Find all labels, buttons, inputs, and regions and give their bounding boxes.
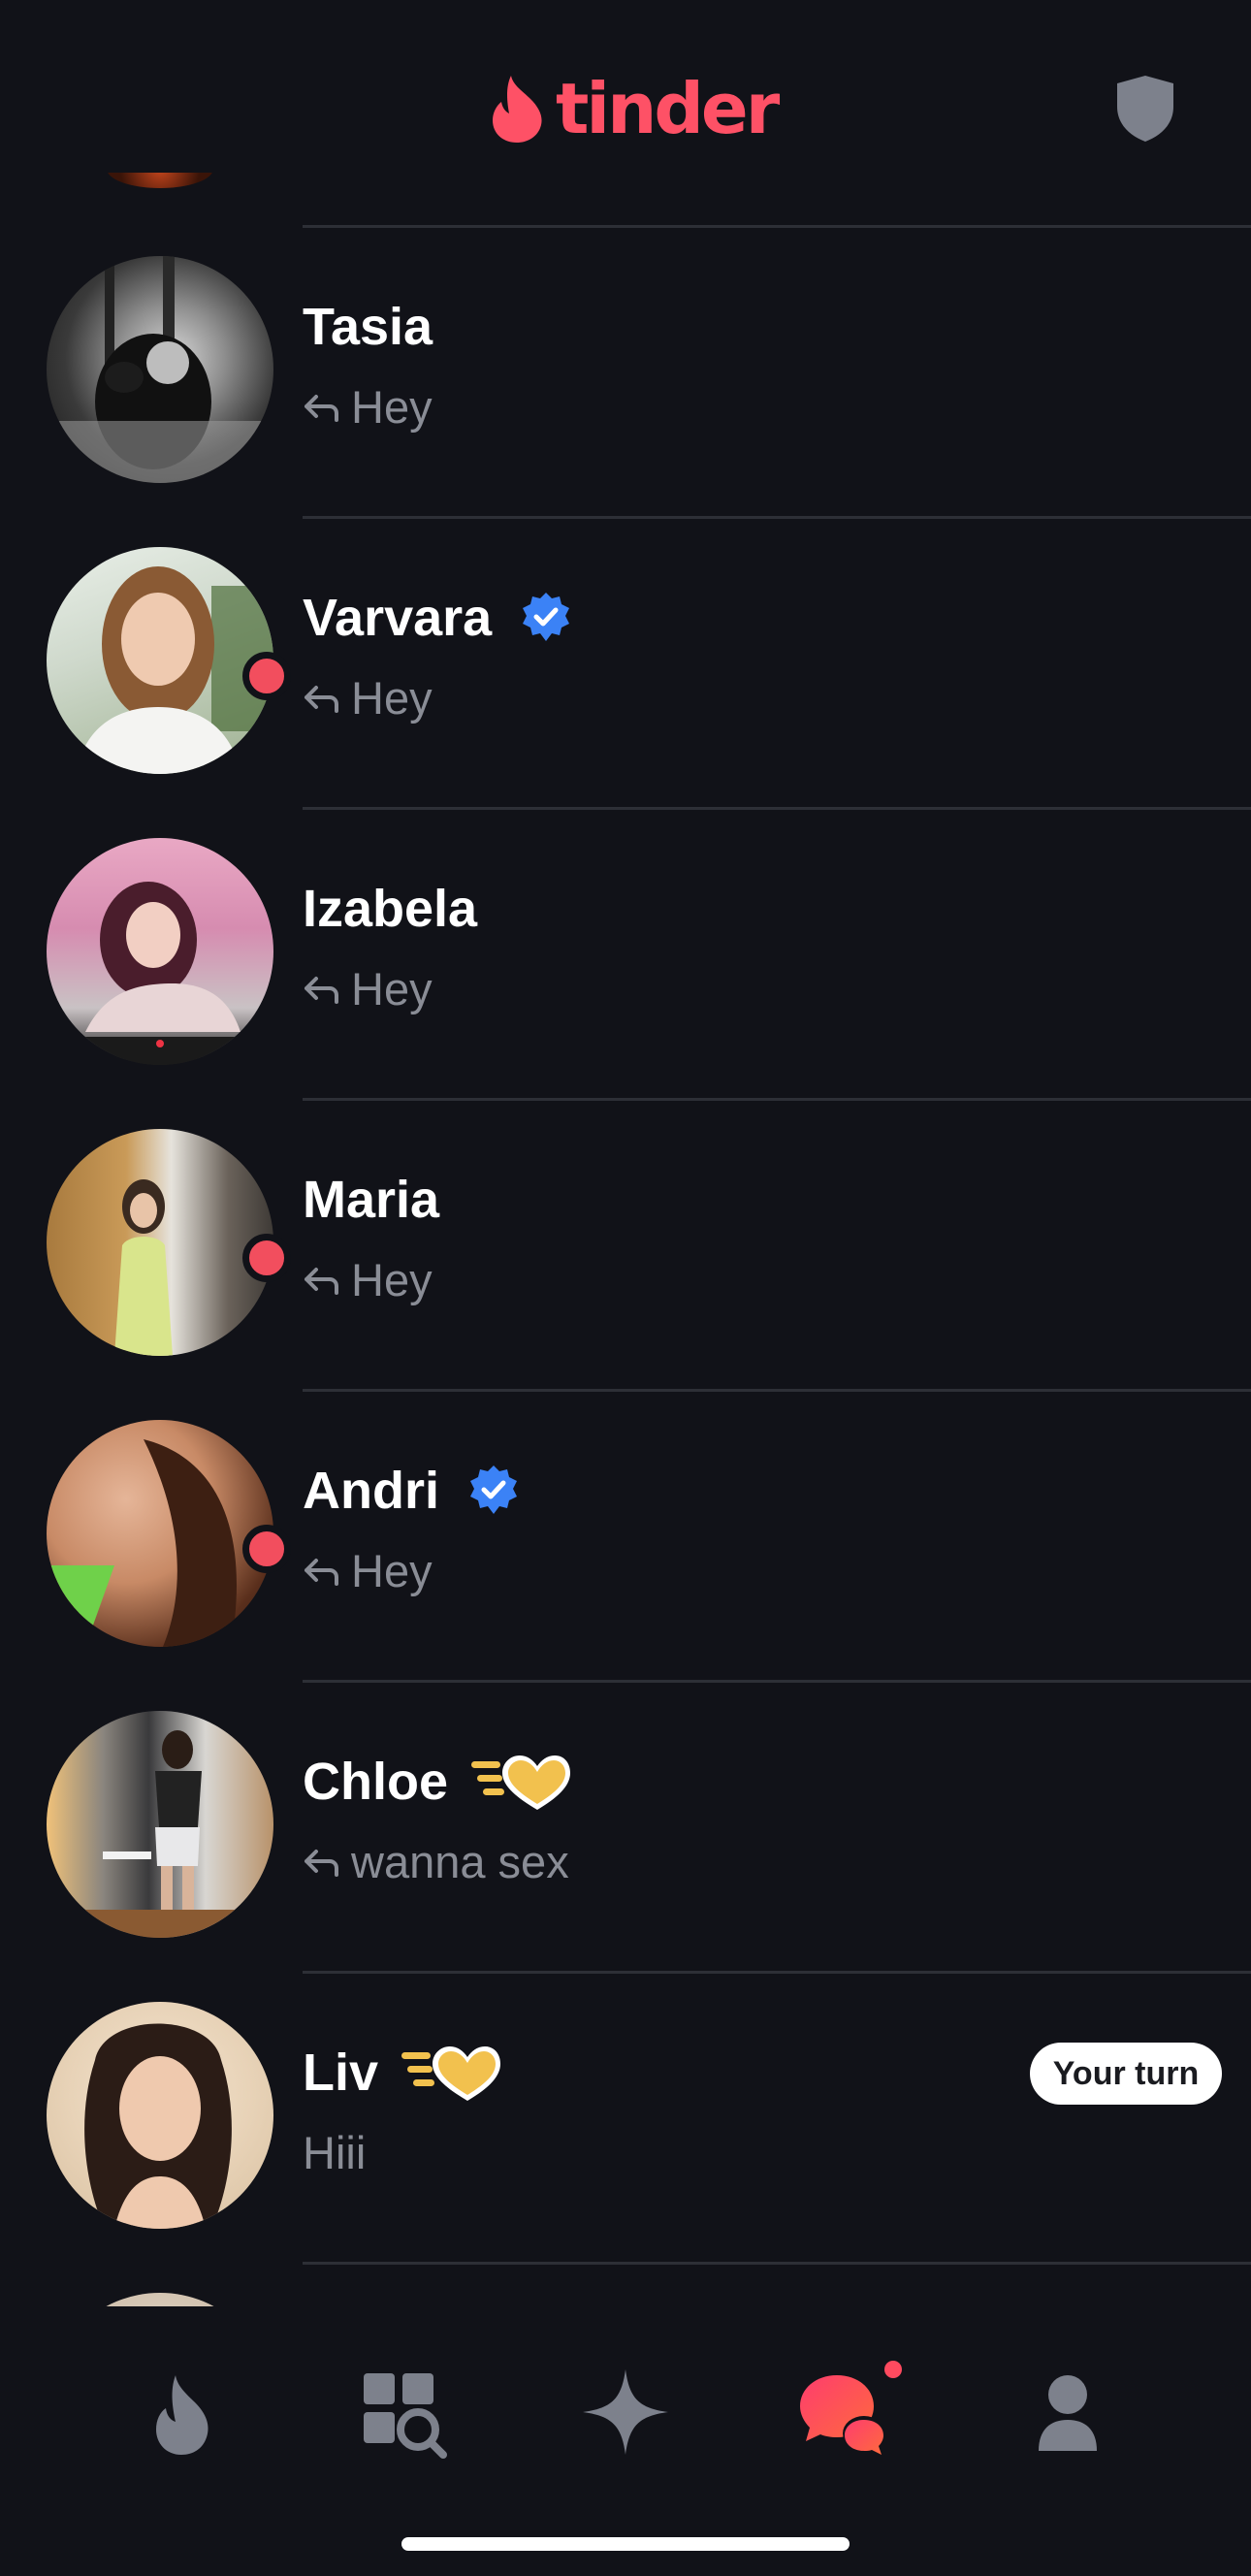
- explore-icon: [364, 2373, 447, 2459]
- online-indicator: [242, 1525, 291, 1573]
- row-divider: [303, 1098, 1251, 1101]
- tinder-logo: tinder: [490, 68, 780, 149]
- row-divider: [303, 1680, 1251, 1683]
- super-like-heart-icon: [401, 2046, 501, 2101]
- your-turn-badge: Your turn: [1030, 2043, 1222, 2105]
- last-message: Hey: [351, 381, 433, 433]
- nav-top-picks[interactable]: [572, 2359, 679, 2465]
- conversation-row[interactable]: Izabela Hey: [0, 807, 1251, 1098]
- nav-swipe[interactable]: [130, 2359, 237, 2465]
- last-message: Hey: [351, 672, 433, 724]
- avatar[interactable]: [47, 547, 273, 774]
- avatar[interactable]: [47, 1420, 273, 1647]
- top-bar: tinder: [0, 0, 1251, 225]
- reply-arrow-icon: [305, 686, 338, 713]
- avatar[interactable]: [47, 2293, 273, 2306]
- reply-arrow-icon: [305, 1268, 338, 1295]
- verified-badge-icon: [523, 593, 570, 641]
- notification-dot: [884, 2361, 902, 2378]
- chat-icon: [800, 2375, 885, 2455]
- brand-wordmark: tinder: [556, 68, 780, 149]
- contact-name: Maria: [303, 1171, 440, 1229]
- reply-arrow-icon: [305, 1559, 338, 1586]
- last-message: Hey: [351, 1254, 433, 1305]
- avatar[interactable]: [47, 256, 273, 483]
- contact-name: Varvara: [303, 589, 493, 647]
- last-message: Hey: [351, 1545, 433, 1596]
- row-divider: [303, 225, 1251, 228]
- avatar[interactable]: [47, 2002, 273, 2229]
- row-divider: [303, 807, 1251, 810]
- nav-messages[interactable]: [791, 2359, 898, 2465]
- last-message: Hey: [351, 963, 433, 1014]
- verified-badge-icon: [470, 1465, 517, 1514]
- conversation-list: Tasia Hey Varvara Hey Izabela Hey Maria …: [0, 225, 1251, 2306]
- row-divider: [303, 2262, 1251, 2265]
- conversation-row[interactable]: Liv Your turn Hiii: [0, 1971, 1251, 2262]
- home-indicator[interactable]: [401, 2537, 850, 2551]
- last-message: wanna sex: [351, 1836, 569, 1887]
- online-indicator: [242, 652, 291, 700]
- row-divider: [303, 1971, 1251, 1974]
- row-divider: [303, 1389, 1251, 1392]
- nav-explore[interactable]: [349, 2359, 456, 2465]
- row-divider: [303, 516, 1251, 519]
- previous-avatar-peek: [107, 173, 213, 188]
- profile-icon: [1039, 2375, 1097, 2451]
- contact-name: Liv: [303, 2044, 379, 2102]
- reply-arrow-icon: [305, 1850, 338, 1877]
- contact-name: Izabela: [303, 880, 478, 938]
- contact-name: Andri: [303, 1462, 439, 1520]
- shield-icon[interactable]: [1113, 74, 1177, 144]
- contact-name: Chloe: [303, 1753, 449, 1811]
- conversation-row[interactable]: Varvara Hey: [0, 516, 1251, 807]
- super-like-heart-icon: [471, 1755, 571, 1810]
- flame-icon: [156, 2375, 208, 2455]
- conversation-row[interactable]: Tasia Hey: [0, 225, 1251, 516]
- avatar[interactable]: [47, 838, 273, 1065]
- conversation-row[interactable]: Maria Hey: [0, 1098, 1251, 1389]
- avatar[interactable]: [47, 1711, 273, 1938]
- conversation-row[interactable]: [0, 2262, 1251, 2306]
- sparkle-icon: [583, 2369, 668, 2455]
- online-indicator: [242, 1234, 291, 1282]
- flame-icon: [493, 76, 542, 143]
- nav-profile[interactable]: [1014, 2359, 1121, 2465]
- last-message: Hiii: [303, 2127, 367, 2178]
- avatar[interactable]: [47, 1129, 273, 1356]
- conversation-row[interactable]: Andri Hey: [0, 1389, 1251, 1680]
- bottom-navigation: [0, 2306, 1251, 2576]
- conversation-row[interactable]: Chloe wanna sex: [0, 1680, 1251, 1971]
- reply-arrow-icon: [305, 395, 338, 422]
- contact-name: Tasia: [303, 298, 433, 356]
- reply-arrow-icon: [305, 977, 338, 1004]
